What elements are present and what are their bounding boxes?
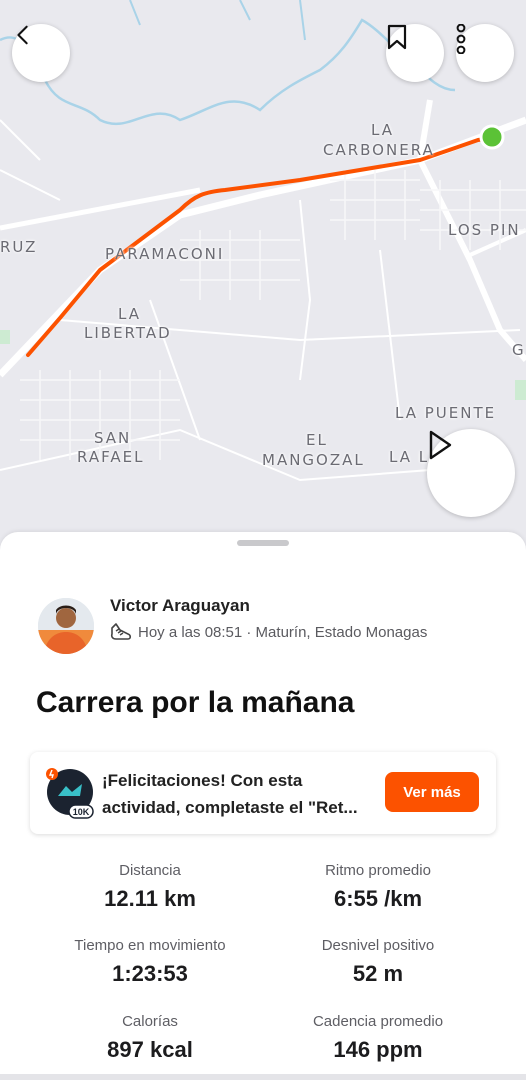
map-label: MANGOZAL bbox=[262, 451, 365, 469]
athlete-photo bbox=[38, 598, 94, 654]
stat-label: Distancia bbox=[119, 862, 181, 879]
stat-value: 12.11 km bbox=[104, 886, 196, 911]
stat-label: Desnivel positivo bbox=[321, 937, 435, 954]
map-label: LOS PIN bbox=[448, 221, 521, 239]
map-label: LA bbox=[371, 121, 394, 139]
map-label: PARAMACONI bbox=[105, 245, 225, 263]
map-label: LA L bbox=[389, 448, 430, 466]
promo-message: ¡Felicitaciones! Con esta actividad, com… bbox=[102, 767, 402, 821]
stat-avg-cadence: Cadencia promedio 146 ppm bbox=[258, 1013, 498, 1063]
stat-value: 1:23:53 bbox=[112, 961, 188, 986]
map-label: LA bbox=[118, 305, 141, 323]
stat-label: Ritmo promedio bbox=[325, 862, 431, 879]
stat-value: 897 kcal bbox=[107, 1037, 193, 1062]
stat-elevation-gain: Desnivel positivo 52 m bbox=[258, 937, 498, 987]
more-vertical-icon bbox=[456, 24, 466, 54]
promo-line-2: actividad, completaste el "Ret... bbox=[102, 798, 358, 817]
ver-mas-button[interactable]: Ver más bbox=[385, 772, 479, 812]
10k-badge-icon: 10K bbox=[46, 768, 94, 819]
sheet-drag-handle[interactable] bbox=[237, 540, 289, 546]
stat-moving-time: Tiempo en movimiento 1:23:53 bbox=[30, 937, 270, 987]
stat-calories: Calorías 897 kcal bbox=[30, 1013, 270, 1063]
start-marker bbox=[479, 124, 505, 150]
stat-label: Calorías bbox=[122, 1013, 178, 1030]
badge-label: 10K bbox=[73, 807, 90, 817]
shoe-icon bbox=[110, 623, 132, 640]
promo-line-1: ¡Felicitaciones! Con esta bbox=[102, 771, 303, 790]
map-label: LA PUENTE bbox=[395, 404, 497, 422]
athlete-name[interactable]: Victor Araguayan bbox=[110, 596, 250, 616]
avatar[interactable] bbox=[38, 598, 94, 654]
stat-value: 146 ppm bbox=[333, 1037, 423, 1062]
map-label: SAN bbox=[94, 429, 132, 447]
map-label: EL bbox=[306, 431, 328, 449]
chevron-left-icon bbox=[17, 25, 28, 45]
map-label: G bbox=[512, 341, 526, 359]
bookmark-icon bbox=[387, 24, 407, 50]
map-label: RAFAEL bbox=[77, 448, 145, 466]
back-button[interactable] bbox=[12, 24, 70, 82]
map-label: CARBONERA bbox=[323, 141, 435, 159]
stat-label: Tiempo en movimiento bbox=[74, 937, 226, 954]
stat-value: 52 m bbox=[352, 961, 404, 986]
challenge-promo-card[interactable]: 10K ¡Felicitaciones! Con esta actividad,… bbox=[30, 752, 496, 834]
more-options-button[interactable] bbox=[456, 24, 514, 82]
route-map[interactable]: LA CARBONERA LOS PIN RUZ PARAMACONI LA L… bbox=[0, 0, 526, 560]
activity-date-location: Hoy a las 08:51 · Maturín, Estado Monaga… bbox=[138, 623, 428, 641]
activity-title: Carrera por la mañana bbox=[36, 686, 355, 719]
stat-label: Cadencia promedio bbox=[312, 1013, 444, 1030]
play-flyover-button[interactable] bbox=[427, 429, 515, 517]
challenge-badge: 10K bbox=[44, 766, 98, 820]
stat-distance: Distancia 12.11 km bbox=[30, 862, 270, 912]
activity-meta: Hoy a las 08:51 · Maturín, Estado Monaga… bbox=[110, 622, 427, 642]
map-label: LIBERTAD bbox=[84, 324, 172, 342]
map-label: RUZ bbox=[0, 238, 38, 256]
bookmark-button[interactable] bbox=[386, 24, 444, 82]
stat-avg-pace: Ritmo promedio 6:55 /km bbox=[258, 862, 498, 912]
stat-value: 6:55 /km bbox=[333, 886, 423, 911]
activity-sheet: Victor Araguayan Hoy a las 08:51 · Matur… bbox=[0, 532, 526, 1080]
play-icon bbox=[429, 430, 452, 460]
bottom-divider bbox=[0, 1074, 526, 1080]
